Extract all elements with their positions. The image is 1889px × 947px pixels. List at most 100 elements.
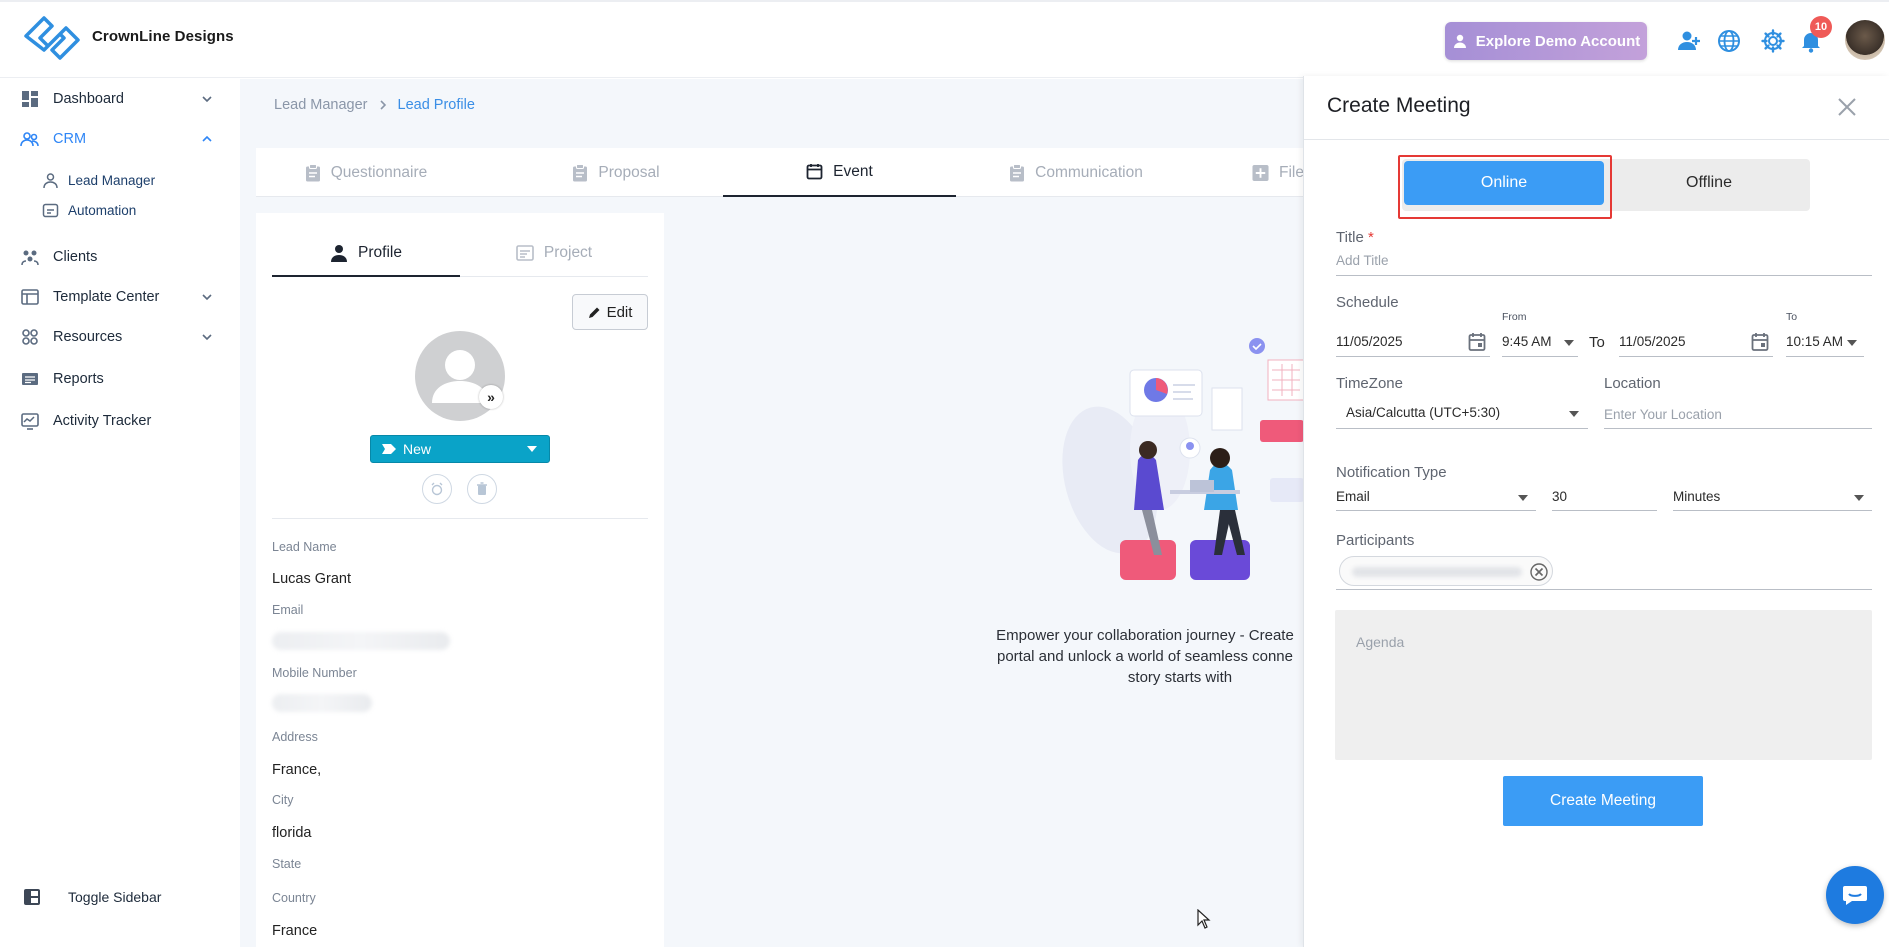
brand-logo[interactable]: CrownLine Designs (22, 12, 234, 60)
mobile-redacted (272, 694, 372, 712)
participant-chip[interactable] (1339, 556, 1553, 586)
sidebar-item-automation[interactable]: Automation (0, 195, 240, 225)
tab-file[interactable]: File (1252, 148, 1304, 197)
to-separator: To (1589, 334, 1605, 351)
tab-event[interactable]: Event (723, 148, 956, 197)
gear-icon[interactable] (1760, 28, 1786, 54)
chevron-down-icon (202, 294, 212, 301)
drawer-title: Create Meeting (1327, 94, 1471, 117)
automation-icon (42, 203, 59, 217)
calendar-icon[interactable] (1468, 332, 1486, 352)
city-value: florida (272, 825, 312, 841)
caret-down-icon (1847, 340, 1857, 346)
notification-badge: 10 (1810, 16, 1832, 38)
lead-name-value: Lucas Grant (272, 571, 351, 587)
clipboard-icon (573, 163, 588, 181)
breadcrumb: Lead Manager Lead Profile (274, 97, 475, 113)
sidebar-item-label: Template Center (53, 289, 160, 305)
start-date-input[interactable]: 11/05/2025 (1336, 334, 1403, 349)
end-date-input[interactable]: 11/05/2025 (1619, 334, 1686, 349)
country-label: Country (272, 891, 316, 905)
lead-manager-icon (43, 172, 58, 188)
sidebar-item-label: Dashboard (53, 91, 124, 107)
tab-project[interactable]: Project (460, 230, 648, 277)
trash-icon[interactable] (467, 474, 497, 504)
crm-icon (20, 132, 39, 147)
tab-label: Questionnaire (330, 163, 428, 181)
empty-state-text: Empower your collaboration journey - Cre… (996, 627, 1294, 686)
start-time-select[interactable]: 9:45 AM (1502, 334, 1552, 349)
tab-label: File (1279, 163, 1304, 181)
sidebar-item-reports[interactable]: Reports (0, 361, 240, 397)
sidebar-item-label: Reports (53, 371, 104, 387)
sidebar-item-template-center[interactable]: Template Center (0, 279, 240, 315)
tab-profile[interactable]: Profile (272, 230, 460, 277)
timezone-select[interactable]: Asia/Calcutta (UTC+5:30) (1346, 405, 1500, 420)
sidebar-item-resources[interactable]: Resources (0, 319, 240, 355)
location-label: Location (1604, 375, 1661, 392)
person-icon (331, 244, 348, 262)
globe-icon[interactable] (1716, 28, 1742, 54)
caret-down-icon (527, 446, 537, 452)
notification-unit-select[interactable]: Minutes (1673, 489, 1720, 504)
participant-redacted (1352, 567, 1522, 577)
double-chevron-right-icon[interactable]: » (479, 385, 503, 409)
remove-chip-icon[interactable] (1530, 563, 1548, 581)
tab-communication[interactable]: Communication (996, 148, 1156, 197)
offline-button[interactable]: Offline (1610, 161, 1808, 205)
sidebar-item-label: CRM (53, 131, 87, 147)
user-avatar[interactable] (1845, 20, 1885, 60)
sidebar-item-label: Clients (53, 249, 98, 265)
sidebar-item-clients[interactable]: Clients (0, 239, 240, 275)
close-icon[interactable] (1836, 96, 1858, 118)
project-icon (516, 245, 534, 261)
sidebar-item-label: Lead Manager (68, 172, 156, 188)
from-label: From (1502, 311, 1527, 323)
participants-label: Participants (1336, 532, 1415, 549)
sidebar-item-label: Automation (68, 202, 137, 218)
sidebar: Dashboard CRM Lead Manager Automation Cl… (0, 79, 240, 947)
divider (1304, 139, 1889, 140)
edit-label: Edit (606, 303, 633, 321)
tab-questionnaire[interactable]: Questionnaire (286, 148, 446, 197)
explore-demo-button[interactable]: Explore Demo Account (1445, 22, 1647, 60)
divider (272, 518, 648, 519)
notification-type-select[interactable]: Email (1336, 489, 1370, 504)
sidebar-item-lead-manager[interactable]: Lead Manager (0, 165, 240, 195)
breadcrumb-lead-manager[interactable]: Lead Manager (274, 97, 368, 113)
caret-down-icon (1518, 495, 1528, 501)
resources-icon (22, 329, 38, 345)
location-underline (1604, 428, 1872, 429)
end-time-select[interactable]: 10:15 AM (1786, 334, 1843, 349)
chat-widget-button[interactable] (1826, 866, 1884, 924)
chevron-up-icon (202, 135, 212, 142)
lead-tabs: Questionnaire Proposal Event Communicati… (256, 148, 1304, 197)
collaboration-illustration (1062, 338, 1304, 580)
end-date-underline (1619, 356, 1773, 357)
add-user-icon[interactable] (1676, 28, 1702, 54)
status-dropdown[interactable]: New (370, 435, 550, 463)
start-time-underline (1502, 356, 1578, 357)
sidebar-item-crm[interactable]: CRM (0, 121, 240, 157)
title-input[interactable]: Add Title (1336, 253, 1389, 268)
toggle-sidebar-button[interactable]: Toggle Sidebar (0, 879, 240, 915)
dashboard-icon (22, 91, 38, 107)
notification-value-input[interactable]: 30 (1552, 489, 1567, 504)
tab-label: Project (543, 244, 593, 261)
chevron-right-icon (379, 100, 386, 110)
address-label: Address (272, 730, 318, 744)
chat-icon (1843, 886, 1867, 905)
tab-proposal[interactable]: Proposal (536, 148, 696, 197)
edit-button[interactable]: Edit (572, 294, 648, 330)
agenda-textarea[interactable] (1335, 610, 1872, 760)
sidebar-item-dashboard[interactable]: Dashboard (0, 81, 240, 117)
title-label: Title * (1336, 229, 1374, 246)
create-meeting-button[interactable]: Create Meeting (1503, 776, 1703, 826)
calendar-icon[interactable] (1751, 332, 1769, 352)
alarm-icon[interactable] (422, 474, 452, 504)
sidebar-item-activity-tracker[interactable]: Activity Tracker (0, 403, 240, 439)
caret-down-icon (1854, 495, 1864, 501)
start-date-underline (1336, 356, 1490, 357)
location-input[interactable]: Enter Your Location (1604, 407, 1722, 422)
toggle-sidebar-label: Toggle Sidebar (68, 889, 162, 905)
